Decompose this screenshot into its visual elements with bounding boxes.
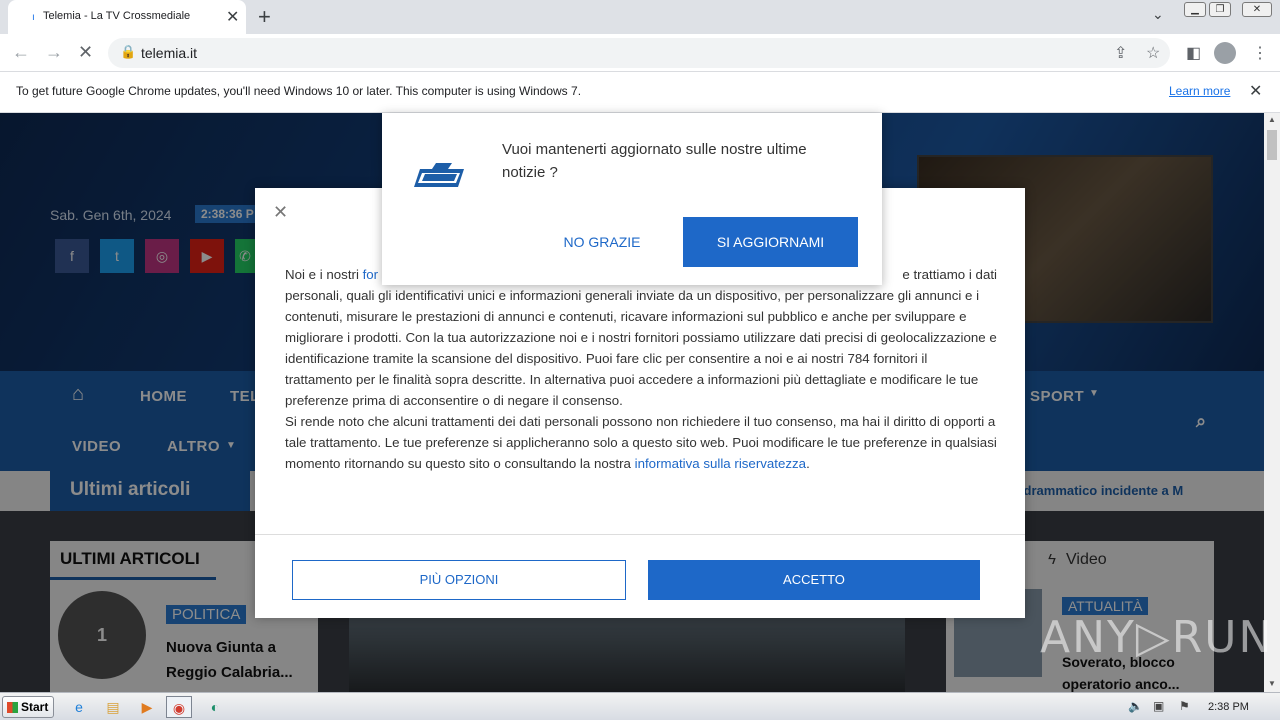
no-thanks-button[interactable]: NO GRAZIE (542, 217, 662, 267)
subscribe-button[interactable]: SI AGGIORNAMI (683, 217, 858, 267)
consent-text-start: Noi e i nostri (285, 267, 363, 282)
minimize-icon[interactable]: ▁ (1184, 2, 1206, 17)
volume-icon[interactable]: 🔈 (1128, 699, 1143, 713)
scroll-down-icon[interactable]: ▼ (1268, 679, 1276, 688)
stop-loading-icon[interactable]: ✕ (78, 42, 93, 63)
forward-arrow-icon[interactable]: → (45, 42, 63, 63)
page-scrollbar[interactable]: ▲ ▼ (1264, 113, 1280, 692)
infobar-close-icon[interactable]: ✕ (1249, 81, 1262, 101)
browser-toolbar: ← → ✕ 🔒 telemia.it ⇪ ☆ ◧ ⋮ (0, 34, 1280, 72)
infobar-message: To get future Google Chrome updates, you… (16, 84, 582, 98)
anyrun-watermark: ANY▷RUN (1040, 612, 1274, 663)
vendors-link[interactable]: for (363, 267, 379, 282)
update-infobar: To get future Google Chrome updates, you… (0, 72, 1280, 113)
push-notification-prompt: Vuoi mantenerti aggiornato sulle nostre … (382, 113, 882, 285)
consent-body: Noi e i nostri for e trattiamo i dati pe… (285, 264, 997, 474)
more-options-button[interactable]: PIÙ OPZIONI (292, 560, 626, 600)
network-icon[interactable]: ▣ (1153, 699, 1164, 713)
scroll-up-icon[interactable]: ▲ (1268, 115, 1276, 124)
privacy-policy-link[interactable]: informativa sulla riservatezza (635, 456, 806, 471)
learn-more-link[interactable]: Learn more (1169, 84, 1230, 98)
taskbar-clock[interactable]: 2:38 PM (1208, 701, 1249, 713)
accept-button[interactable]: ACCETTO (648, 560, 980, 600)
tab-title: Telemia - La TV Crossmediale (43, 10, 191, 22)
edge-icon[interactable]: ◐ (202, 696, 228, 718)
browser-tab[interactable]: ı Telemia - La TV Crossmediale ✕ (8, 0, 246, 34)
push-question: Vuoi mantenerti aggiornato sulle nostre … (502, 141, 807, 181)
consent-text-right: e trattiamo i dati (902, 267, 997, 282)
tab-close-icon[interactable]: ✕ (226, 7, 239, 27)
restore-icon[interactable]: ❐ (1209, 2, 1231, 17)
address-url[interactable]: telemia.it (141, 45, 197, 61)
action-center-flag-icon[interactable]: ⚑ (1179, 699, 1190, 713)
tab-search-chevron-icon[interactable]: ⌄ (1152, 6, 1164, 23)
bookmark-star-icon[interactable]: ☆ (1146, 43, 1160, 63)
window-close-icon[interactable]: ✕ (1242, 2, 1272, 17)
address-bar[interactable]: 🔒 telemia.it (108, 38, 1170, 68)
start-label: Start (21, 700, 49, 714)
consent-paragraph-1: personali, quali gli identificativi unic… (285, 288, 997, 408)
new-tab-icon[interactable]: + (258, 4, 271, 30)
windows-taskbar: Start e ▤ ▶ ◉ ◐ 🔈 ▣ ⚑ 2:38 PM (0, 692, 1280, 720)
consent-close-icon[interactable]: ✕ (273, 202, 288, 223)
back-arrow-icon[interactable]: ← (12, 42, 30, 63)
internet-explorer-icon[interactable]: e (66, 696, 92, 718)
file-explorer-icon[interactable]: ▤ (100, 696, 126, 718)
windows-logo-icon (7, 702, 18, 713)
profile-avatar-icon[interactable] (1214, 42, 1236, 64)
favicon-icon: ı (32, 12, 35, 23)
consent-period: . (806, 456, 810, 471)
media-player-icon[interactable]: ▶ (134, 696, 160, 718)
chrome-taskbar-icon[interactable]: ◉ (166, 696, 192, 718)
start-button[interactable]: Start (2, 696, 54, 718)
consent-divider (255, 534, 1025, 535)
side-panel-icon[interactable]: ◧ (1186, 43, 1201, 63)
telemia-logo-icon (414, 163, 464, 187)
more-menu-icon[interactable]: ⋮ (1252, 43, 1268, 63)
tab-strip: ı Telemia - La TV Crossmediale ✕ + ⌄ ▁ ❐… (0, 0, 1280, 34)
lock-icon[interactable]: 🔒 (120, 44, 136, 60)
scroll-thumb[interactable] (1267, 130, 1277, 160)
share-icon[interactable]: ⇪ (1114, 43, 1127, 63)
